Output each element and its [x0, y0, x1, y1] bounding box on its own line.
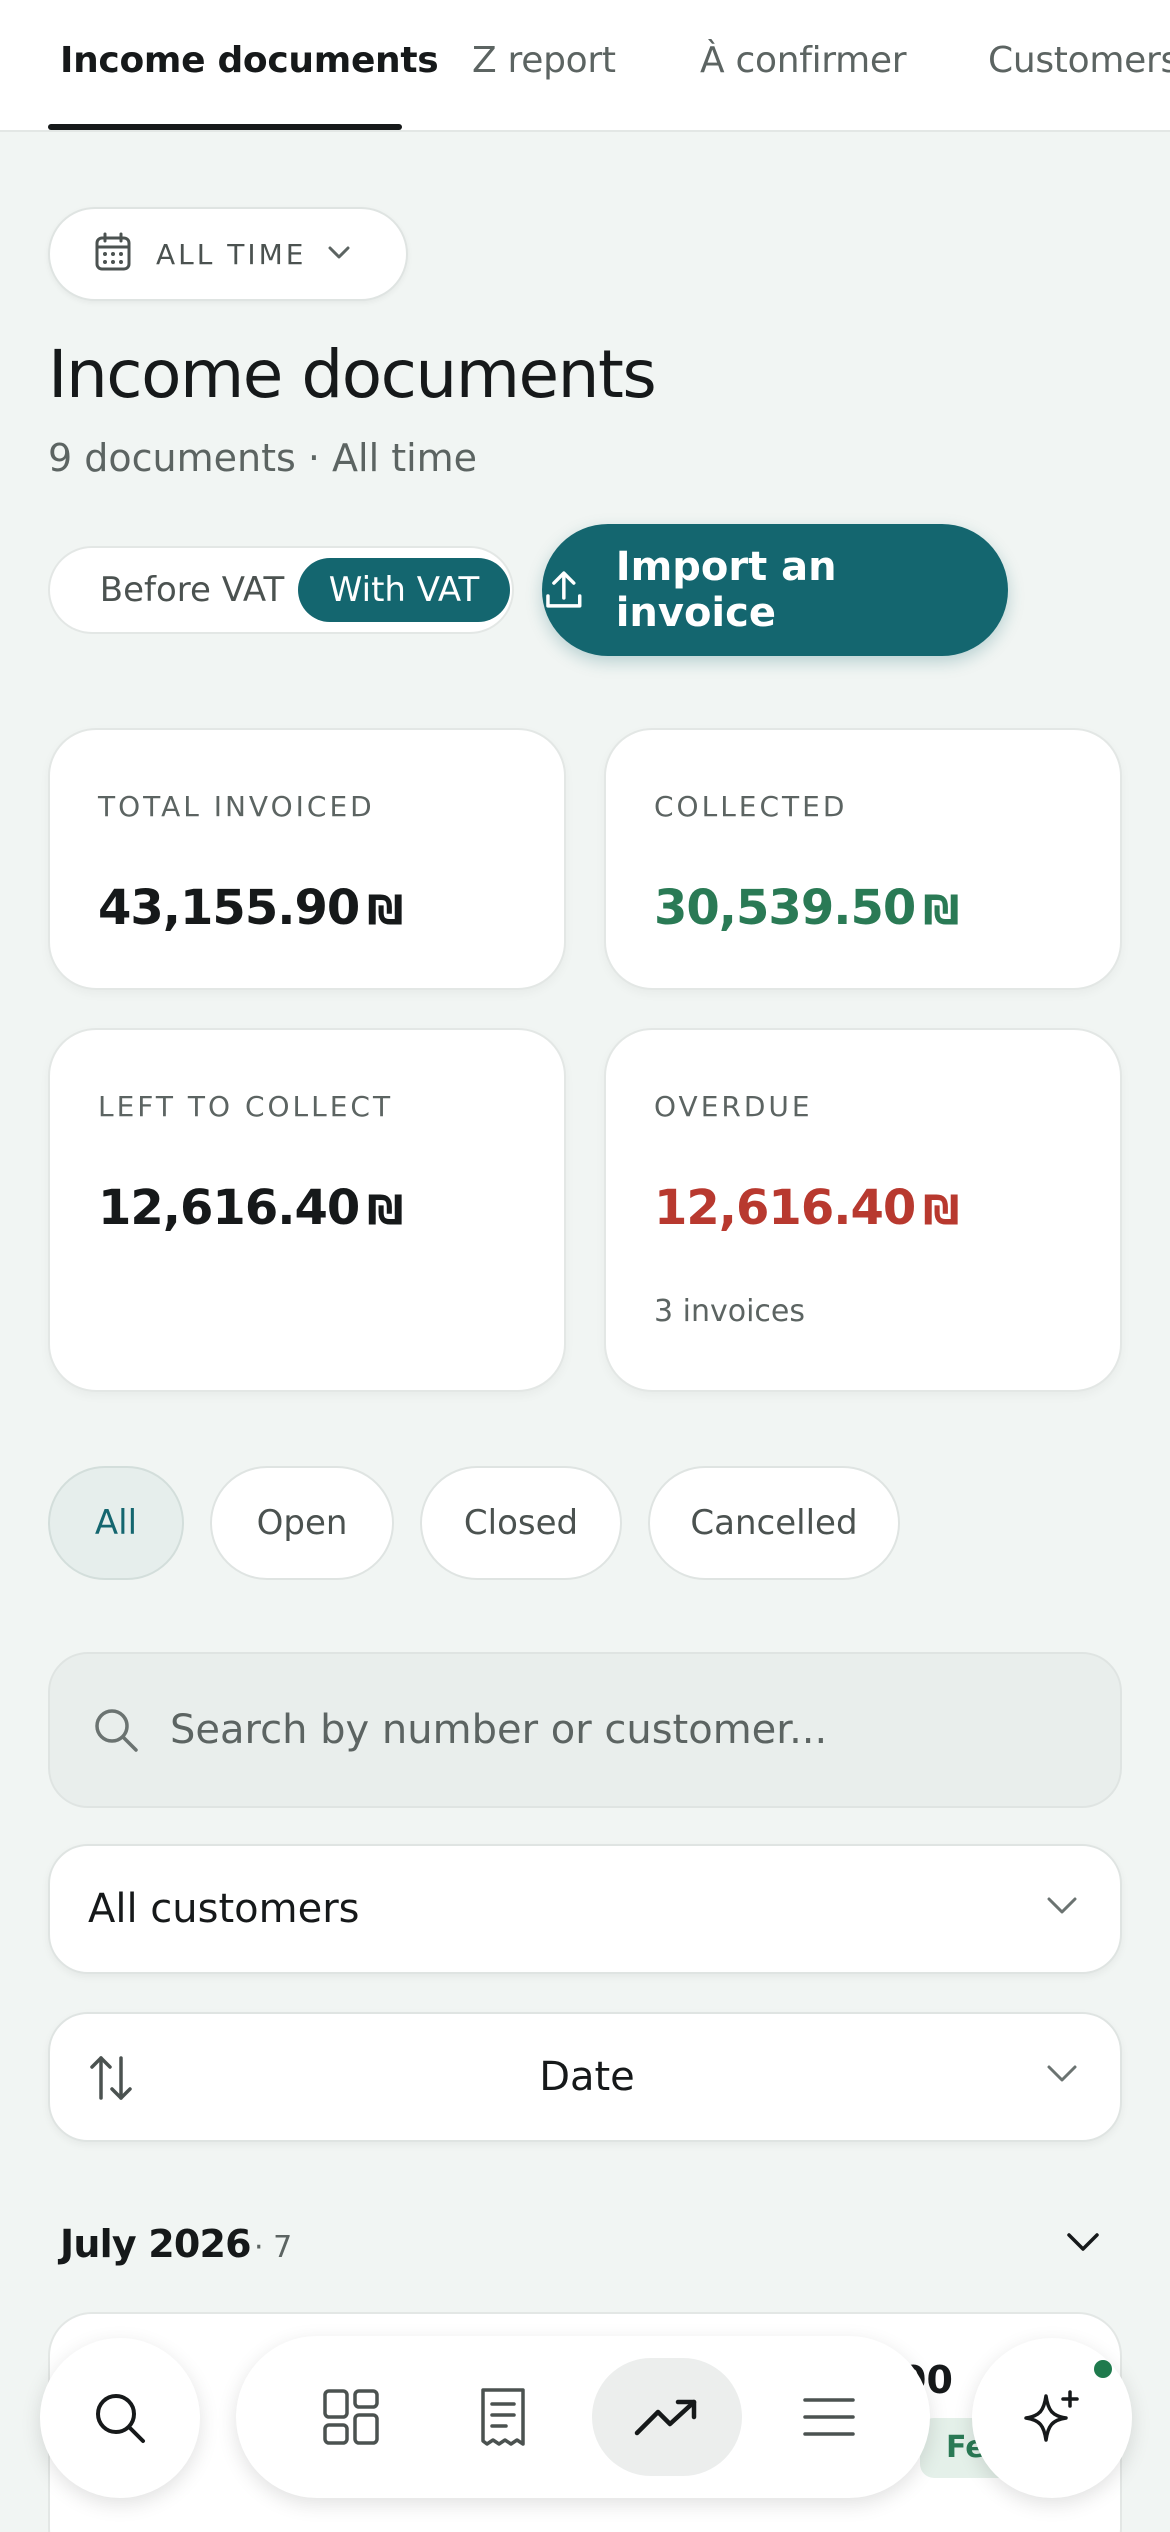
overdue-label: OVERDUE [654, 1090, 813, 1123]
nav-menu[interactable] [754, 2358, 904, 2476]
menu-icon [803, 2398, 855, 2436]
vat-toggle: Before VAT With VAT [48, 546, 514, 634]
sparkle-icon [1024, 2390, 1079, 2442]
receipt-icon [481, 2388, 525, 2446]
search-icon [95, 1709, 138, 1752]
dashboard-icon [323, 2389, 379, 2445]
shekel-icon: ₪ [923, 1188, 959, 1234]
total-invoiced-value: 43,155.90 ₪ [98, 880, 403, 936]
collected-card: COLLECTED 30,539.50 ₪ [604, 728, 1122, 990]
month-group-count: · 7 [254, 2230, 293, 2265]
filter-closed[interactable]: Closed [420, 1466, 622, 1580]
filter-open[interactable]: Open [210, 1466, 394, 1580]
search-icon [96, 2394, 145, 2443]
sort-select-value: Date [539, 2054, 635, 2100]
nav-income[interactable] [592, 2358, 742, 2476]
with-vat-option[interactable]: With VAT [298, 558, 510, 622]
shekel-icon: ₪ [367, 888, 403, 934]
total-invoiced-card: TOTAL INVOICED 43,155.90 ₪ [48, 728, 566, 990]
search-input[interactable] [170, 1707, 1070, 1753]
tab-bar: Income documents Z report À confirmer Cu… [0, 0, 1170, 132]
filter-cancelled[interactable]: Cancelled [648, 1466, 900, 1580]
page-subtitle: 9 documents · All time [48, 436, 478, 480]
month-group-title: July 2026 [60, 2222, 252, 2266]
trending-up-icon [634, 2399, 697, 2436]
overdue-value: 12,616.40 ₪ [654, 1180, 959, 1236]
customer-select-value: All customers [88, 1886, 360, 1932]
upload-icon [546, 571, 582, 608]
shekel-icon: ₪ [367, 1188, 403, 1234]
chevron-down-icon[interactable] [1066, 2232, 1100, 2258]
global-search-button[interactable] [40, 2338, 200, 2498]
customer-select[interactable]: All customers [48, 1844, 1122, 1974]
calendar-icon [94, 232, 132, 276]
ai-assistant-button[interactable] [972, 2338, 1132, 2498]
nav-dashboard[interactable] [276, 2358, 426, 2476]
date-range-filter[interactable]: ALL TIME [48, 207, 408, 301]
nav-documents[interactable] [428, 2358, 578, 2476]
left-to-collect-value: 12,616.40 ₪ [98, 1180, 403, 1236]
left-to-collect-card: LEFT TO COLLECT 12,616.40 ₪ [48, 1028, 566, 1392]
left-to-collect-label: LEFT TO COLLECT [98, 1090, 394, 1123]
filter-all[interactable]: All [48, 1466, 184, 1580]
chevron-down-icon [328, 245, 350, 264]
import-invoice-label: Import an invoice [615, 544, 837, 636]
page-title: Income documents [48, 336, 657, 413]
chevron-down-icon [1046, 2064, 1078, 2088]
collected-value: 30,539.50 ₪ [654, 880, 959, 936]
import-invoice-button[interactable]: Import an invoice [542, 524, 1008, 656]
search-bar [48, 1652, 1122, 1808]
overdue-count: 3 invoices [654, 1294, 805, 1329]
date-range-label: ALL TIME [156, 237, 307, 271]
bottom-navigation [236, 2336, 930, 2498]
tab-income-documents[interactable]: Income documents [60, 40, 439, 81]
tab-z-report[interactable]: Z report [472, 40, 616, 81]
overdue-card[interactable]: OVERDUE 12,616.40 ₪ 3 invoices [604, 1028, 1122, 1392]
tab-customers[interactable]: Customers [988, 40, 1170, 81]
chevron-down-icon [1046, 1896, 1078, 1920]
collected-label: COLLECTED [654, 790, 848, 823]
total-invoiced-label: TOTAL INVOICED [98, 790, 375, 823]
notification-dot [1094, 2360, 1112, 2378]
tab-a-confirmer[interactable]: À confirmer [700, 40, 907, 81]
before-vat-option[interactable]: Before VAT [72, 558, 312, 622]
active-tab-indicator [48, 124, 402, 130]
shekel-icon: ₪ [923, 888, 959, 934]
sort-select[interactable]: Date [48, 2012, 1122, 2142]
